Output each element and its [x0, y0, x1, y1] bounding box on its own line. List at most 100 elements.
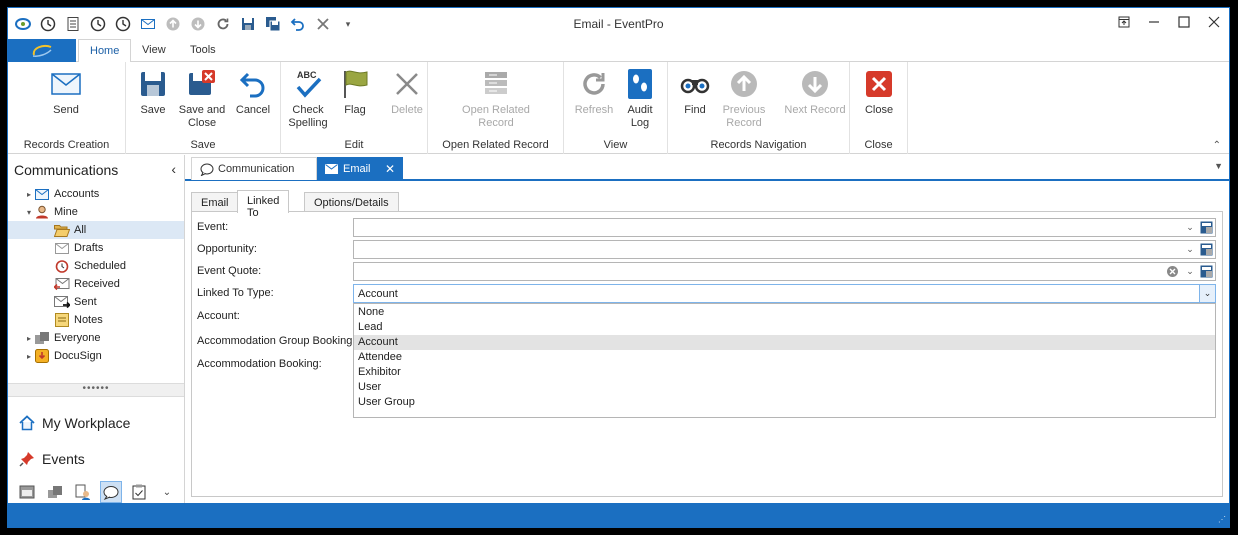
record-picker-icon[interactable]	[1198, 263, 1215, 280]
flag-button[interactable]: Flag	[328, 68, 382, 117]
tree-item-docusign[interactable]: ▸ DocuSign	[8, 347, 184, 365]
tab-email-body[interactable]: Email	[191, 192, 239, 212]
tab-email[interactable]: Email ✕	[317, 157, 403, 180]
next-record-button[interactable]: Next Record	[780, 68, 850, 117]
event-field[interactable]: ⌄	[353, 218, 1216, 237]
save-button[interactable]: Save	[126, 68, 180, 117]
linked-to-type-select[interactable]: Account ⌄	[353, 284, 1216, 303]
tree-item-sent[interactable]: Sent	[8, 293, 184, 311]
group-view: Refresh Audit Log View	[564, 62, 668, 154]
docusign-icon	[34, 349, 50, 363]
previous-record-button[interactable]: Previous Record	[716, 68, 772, 130]
reports-module-icon[interactable]	[72, 481, 94, 503]
delete-icon	[391, 68, 423, 100]
tree-item-drafts[interactable]: Drafts	[8, 239, 184, 257]
folder-open-icon	[54, 223, 70, 237]
minimize-button[interactable]	[1139, 8, 1169, 36]
option-none[interactable]: None	[354, 305, 1215, 320]
save-and-close-button[interactable]: Save and Close	[175, 68, 229, 130]
delete-button[interactable]: Delete	[380, 68, 434, 117]
send-button[interactable]: Send	[39, 68, 93, 117]
tasks-module-icon[interactable]	[128, 481, 150, 503]
module-switcher: ⌄	[16, 481, 178, 503]
tree-item-received[interactable]: Received	[8, 275, 184, 293]
tree-item-mine[interactable]: ▾ Mine	[8, 203, 184, 221]
group-label: Open Related Record	[442, 139, 549, 151]
pin-icon[interactable]	[1109, 8, 1139, 36]
nav-events[interactable]: Events	[18, 447, 85, 471]
tab-view[interactable]: View	[131, 39, 177, 63]
group-close: Close Close	[850, 62, 908, 154]
chevron-down-icon[interactable]: ⌄	[1199, 285, 1215, 302]
group-records-creation: Send Records Creation	[8, 62, 126, 154]
tree-item-everyone[interactable]: ▸ Everyone	[8, 329, 184, 347]
ribbon: Send Records Creation Save Save and Clos…	[8, 62, 1229, 154]
tree-item-notes[interactable]: Notes	[8, 311, 184, 329]
option-user[interactable]: User	[354, 380, 1215, 395]
expand-icon[interactable]: ▸	[24, 190, 34, 199]
find-button[interactable]: Find	[668, 68, 722, 117]
open-related-record-button[interactable]: Open Related Record	[454, 68, 538, 130]
app-logo-icon	[32, 44, 52, 57]
linked-to-type-value: Account	[358, 288, 398, 300]
event-quote-field[interactable]: ⌄	[353, 262, 1216, 281]
cancel-button[interactable]: Cancel	[226, 68, 280, 117]
tab-list-dropdown-icon[interactable]: ▼	[1214, 161, 1223, 171]
chevron-down-icon[interactable]: ⌄	[1183, 263, 1197, 280]
save-close-icon	[186, 68, 218, 100]
email-editor: Email Linked To Options/Details Event: ⌄…	[185, 183, 1229, 505]
tab-tools[interactable]: Tools	[179, 39, 227, 63]
option-account[interactable]: Account	[354, 335, 1215, 350]
close-window-button[interactable]	[1199, 8, 1229, 36]
account-label: Account:	[197, 310, 240, 322]
tree-item-scheduled[interactable]: Scheduled	[8, 257, 184, 275]
collapse-pane-icon[interactable]: ‹	[171, 161, 176, 177]
option-lead[interactable]: Lead	[354, 320, 1215, 335]
option-exhibitor[interactable]: Exhibitor	[354, 365, 1215, 380]
more-modules-icon[interactable]: ⌄	[156, 481, 178, 503]
chevron-down-icon[interactable]: ⌄	[1183, 241, 1197, 258]
communications-module-icon[interactable]	[100, 481, 122, 503]
tab-options-details[interactable]: Options/Details	[304, 192, 399, 212]
tab-home[interactable]: Home	[78, 39, 132, 63]
linked-to-type-dropdown: None Lead Account Attendee Exhibitor Use…	[353, 303, 1216, 418]
alarm-clock-icon	[54, 259, 70, 273]
option-user-group[interactable]: User Group	[354, 395, 1215, 410]
inbox-icon	[54, 277, 70, 291]
contacts-module-icon[interactable]	[44, 481, 66, 503]
group-edit: ABC Check Spelling Flag Delete Edit	[281, 62, 428, 154]
tab-communication[interactable]: Communication	[191, 157, 317, 180]
collapse-icon[interactable]: ▾	[24, 208, 34, 217]
chevron-down-icon[interactable]: ⌄	[1183, 219, 1197, 236]
close-tab-icon[interactable]: ✕	[385, 162, 395, 176]
audit-log-button[interactable]: Audit Log	[613, 68, 667, 130]
tree-item-all[interactable]: All	[8, 221, 184, 239]
tab-linked-to[interactable]: Linked To	[237, 190, 290, 219]
flag-icon	[339, 68, 371, 100]
group-label: View	[603, 139, 628, 151]
opportunity-field[interactable]: ⌄	[353, 240, 1216, 259]
close-red-icon	[863, 68, 895, 100]
nav-my-workplace[interactable]: My Workplace	[18, 411, 130, 435]
resize-grip-icon[interactable]: ⋰	[1218, 515, 1226, 524]
clear-icon[interactable]	[1166, 265, 1179, 278]
note-icon	[54, 313, 70, 327]
tree-item-accounts[interactable]: ▸ Accounts	[8, 185, 184, 203]
expand-icon[interactable]: ▸	[24, 352, 34, 361]
record-picker-icon[interactable]	[1198, 219, 1215, 236]
status-bar: ⋰	[8, 503, 1229, 527]
group-label: Records Creation	[23, 139, 110, 151]
close-button[interactable]: Close	[852, 68, 906, 117]
spellcheck-icon: ABC	[292, 68, 324, 100]
home-icon	[18, 414, 36, 432]
option-attendee[interactable]: Attendee	[354, 350, 1215, 365]
calendar-module-icon[interactable]	[16, 481, 38, 503]
maximize-button[interactable]	[1169, 8, 1199, 36]
draft-envelope-icon	[54, 241, 70, 255]
pane-splitter[interactable]: ••••••	[8, 383, 184, 397]
record-picker-icon[interactable]	[1198, 241, 1215, 258]
application-menu-button[interactable]	[8, 39, 76, 62]
collapse-ribbon-icon[interactable]: ⌃	[1213, 140, 1221, 151]
expand-icon[interactable]: ▸	[24, 334, 34, 343]
check-spelling-button[interactable]: ABC Check Spelling	[281, 68, 335, 130]
